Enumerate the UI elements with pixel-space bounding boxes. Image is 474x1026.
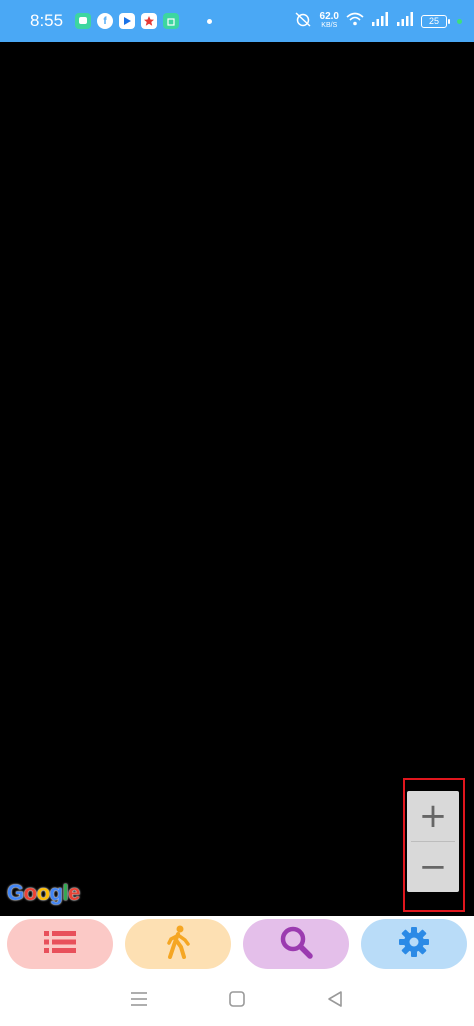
google-logo: Google bbox=[7, 880, 80, 905]
more-notifications-dot bbox=[207, 18, 213, 24]
battery-level: 25 bbox=[428, 16, 439, 26]
status-time: 8:55 bbox=[30, 11, 64, 30]
battery-icon: 25 bbox=[421, 14, 450, 28]
signal-icon-1 bbox=[371, 11, 389, 31]
network-speed: 62.0 KB/S bbox=[320, 12, 339, 30]
chat-icon bbox=[75, 13, 92, 29]
zoom-control: + − bbox=[407, 791, 459, 892]
alarm-off-icon bbox=[293, 11, 313, 32]
walking-person-icon bbox=[165, 925, 191, 964]
facebook-icon: f bbox=[97, 13, 114, 29]
list-icon bbox=[43, 929, 77, 960]
store-icon bbox=[163, 13, 180, 29]
zoom-in-button[interactable]: + bbox=[407, 791, 459, 841]
walk-button[interactable] bbox=[125, 919, 231, 969]
settings-button[interactable] bbox=[361, 919, 467, 969]
list-button[interactable] bbox=[7, 919, 113, 969]
home-icon[interactable] bbox=[225, 987, 249, 1011]
charging-indicator bbox=[457, 18, 462, 24]
gear-icon bbox=[398, 926, 430, 963]
play-icon bbox=[119, 13, 136, 29]
search-button[interactable] bbox=[243, 919, 349, 969]
signal-icon-2 bbox=[396, 11, 414, 31]
bottom-toolbar bbox=[0, 916, 474, 972]
wifi-icon bbox=[346, 12, 364, 31]
net-speed-value: 62.0 bbox=[319, 11, 339, 22]
star-app-icon bbox=[141, 13, 158, 29]
net-speed-unit: KB/S bbox=[321, 22, 338, 29]
system-indicators: 62.0 KB/S 25 bbox=[293, 11, 462, 32]
search-icon bbox=[279, 925, 313, 964]
back-icon[interactable] bbox=[323, 987, 347, 1011]
menu-icon[interactable] bbox=[127, 987, 151, 1011]
zoom-out-button[interactable]: − bbox=[407, 842, 459, 892]
status-bar: 8:55 f 62.0 KB/S 25 bbox=[0, 0, 474, 42]
system-nav-bar bbox=[0, 972, 474, 1026]
notification-icons: f bbox=[75, 13, 213, 29]
